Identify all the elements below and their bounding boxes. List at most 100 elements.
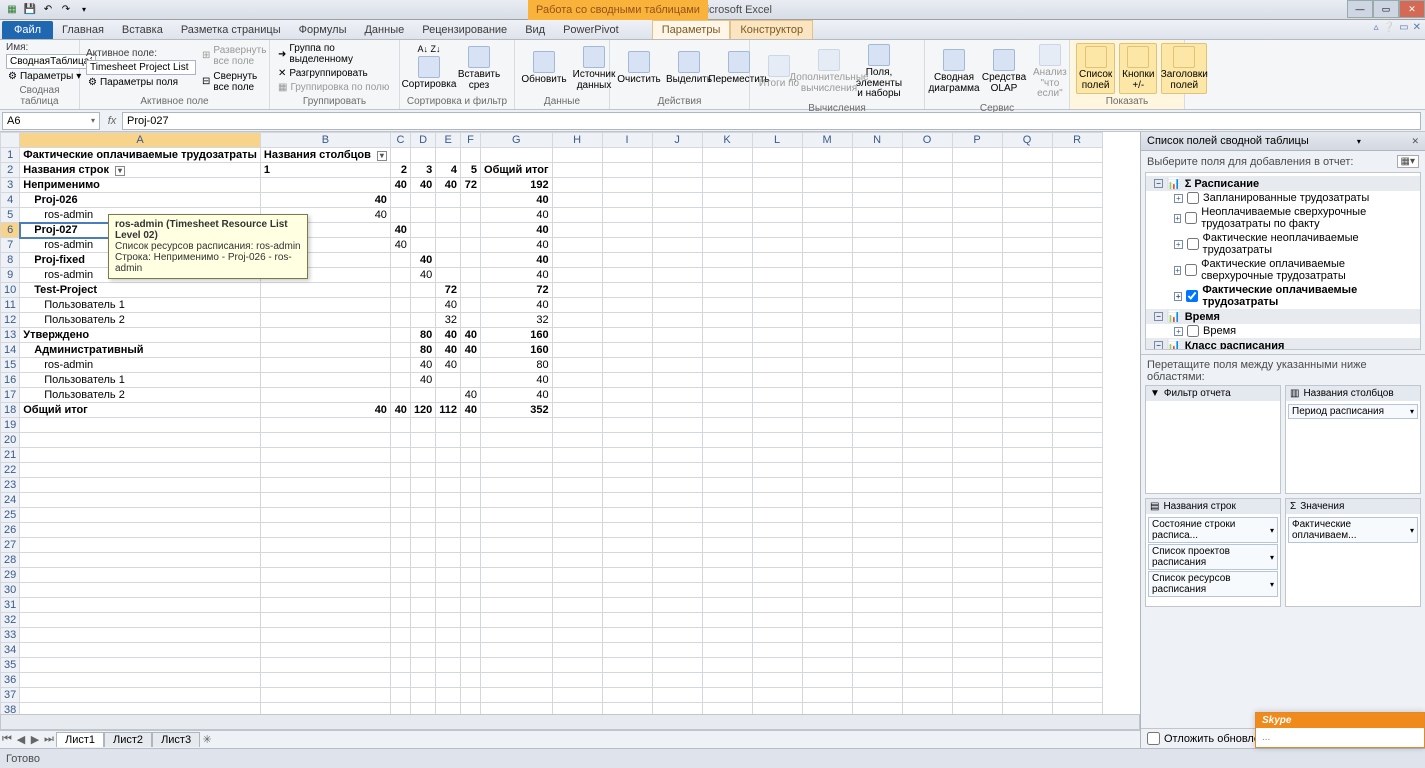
insert-slicer-button[interactable]: Вставить срез bbox=[456, 44, 502, 93]
tab-design[interactable]: Конструктор bbox=[730, 20, 813, 39]
group-selection-button[interactable]: ➜ Группа по выделенному bbox=[276, 42, 393, 66]
pivot-chart-button[interactable]: Сводная диаграмма bbox=[931, 47, 977, 96]
defer-update-checkbox[interactable] bbox=[1147, 732, 1160, 745]
pivot-field-list-pane: Список полей сводной таблицы ▾ ✕ Выберит… bbox=[1140, 132, 1425, 748]
sheet-tab-1[interactable]: Лист1 bbox=[56, 732, 104, 747]
col-header[interactable]: N bbox=[852, 133, 902, 148]
sheet-tabs-bar: ⏮ ◀ ▶ ⏭ Лист1 Лист2 Лист3 ✳ bbox=[0, 730, 1140, 748]
collapse-field-button[interactable]: ⊟ Свернуть все поле bbox=[200, 70, 268, 94]
sheet-nav-first-icon[interactable]: ⏮ bbox=[0, 733, 14, 746]
area-values[interactable]: ΣЗначения Фактические оплачиваем...▾ bbox=[1285, 498, 1421, 607]
chip-value[interactable]: Фактические оплачиваем...▾ bbox=[1288, 517, 1418, 543]
pane-dropdown-icon[interactable]: ▾ bbox=[1357, 137, 1361, 146]
tab-view[interactable]: Вид bbox=[516, 21, 554, 39]
col-header[interactable]: E bbox=[436, 133, 461, 148]
undo-icon[interactable]: ↶ bbox=[40, 2, 56, 18]
col-header[interactable]: O bbox=[902, 133, 952, 148]
field-section[interactable]: −📊Σ Расписание bbox=[1146, 176, 1420, 191]
maximize-button[interactable]: ▭ bbox=[1373, 0, 1399, 18]
pm-buttons-toggle[interactable]: Кнопки +/- bbox=[1119, 43, 1157, 94]
sheet-nav-next-icon[interactable]: ▶ bbox=[28, 733, 42, 746]
col-header[interactable]: A bbox=[20, 133, 261, 148]
field-item[interactable]: +Неоплачиваемые сверхурочные трудозатрат… bbox=[1146, 205, 1420, 231]
sheet-tab-2[interactable]: Лист2 bbox=[104, 732, 152, 747]
help-icon[interactable]: ❔ bbox=[1383, 22, 1395, 33]
pane-close-icon[interactable]: ✕ bbox=[1409, 136, 1419, 147]
tab-home[interactable]: Главная bbox=[53, 21, 113, 39]
field-section[interactable]: −📊Время bbox=[1146, 309, 1420, 324]
col-header[interactable]: B bbox=[260, 133, 390, 148]
redo-icon[interactable]: ↷ bbox=[58, 2, 74, 18]
name-box[interactable]: A6▾ bbox=[2, 112, 100, 130]
group-active-field: Активное поле bbox=[86, 95, 263, 107]
clear-button[interactable]: Очистить bbox=[616, 49, 662, 88]
minimize-button[interactable]: — bbox=[1347, 0, 1373, 18]
col-header[interactable]: C bbox=[390, 133, 410, 148]
field-headers-toggle[interactable]: Заголовки полей bbox=[1161, 43, 1207, 94]
field-item[interactable]: +Запланированные трудозатраты bbox=[1146, 191, 1420, 205]
fields-items-button[interactable]: Поля, элементы и наборы bbox=[856, 42, 902, 102]
pane-title: Список полей сводной таблицы bbox=[1147, 135, 1309, 147]
col-header[interactable]: I bbox=[602, 133, 652, 148]
col-header[interactable]: K bbox=[702, 133, 752, 148]
fx-icon[interactable]: fx bbox=[102, 115, 122, 127]
active-field-input[interactable] bbox=[86, 60, 196, 75]
formula-bar: A6▾ fx bbox=[0, 110, 1425, 132]
select-button[interactable]: Выделить bbox=[666, 49, 712, 88]
tab-formulas[interactable]: Формулы bbox=[290, 21, 356, 39]
col-header[interactable]: P bbox=[952, 133, 1002, 148]
area-row-labels[interactable]: ▤Названия строк Состояние строки расписа… bbox=[1145, 498, 1281, 607]
tab-options[interactable]: Параметры bbox=[652, 20, 731, 39]
area-column-labels[interactable]: ▥Названия столбцов Период расписания▾ bbox=[1285, 385, 1421, 494]
pane-layout-icon[interactable]: ▦▾ bbox=[1397, 155, 1419, 168]
ribbon-minimize-icon[interactable]: ▵ bbox=[1374, 22, 1379, 33]
col-header[interactable]: J bbox=[652, 133, 702, 148]
columns-icon: ▥ bbox=[1290, 388, 1299, 399]
col-header[interactable]: R bbox=[1052, 133, 1102, 148]
close-button[interactable]: ✕ bbox=[1399, 0, 1425, 18]
new-sheet-icon[interactable]: ✳ bbox=[200, 733, 214, 746]
chip-row-1[interactable]: Состояние строки расписа...▾ bbox=[1148, 517, 1278, 543]
chip-period[interactable]: Период расписания▾ bbox=[1288, 404, 1418, 419]
col-header[interactable]: Q bbox=[1002, 133, 1052, 148]
tab-data[interactable]: Данные bbox=[355, 21, 413, 39]
qat-dropdown-icon[interactable]: ▾ bbox=[76, 2, 92, 18]
field-item[interactable]: +Фактические оплачиваемые трудозатраты bbox=[1146, 283, 1420, 309]
chip-row-2[interactable]: Список проектов расписания▾ bbox=[1148, 544, 1278, 570]
area-report-filter[interactable]: ▼Фильтр отчета bbox=[1145, 385, 1281, 494]
field-list-toggle[interactable]: Список полей bbox=[1076, 43, 1115, 94]
sheet-nav-prev-icon[interactable]: ◀ bbox=[14, 733, 28, 746]
sheet-nav-last-icon[interactable]: ⏭ bbox=[42, 733, 56, 746]
field-item[interactable]: +Время bbox=[1146, 324, 1420, 338]
save-icon[interactable]: 💾 bbox=[22, 2, 38, 18]
field-item[interactable]: +Фактические оплачиваемые сверхурочные т… bbox=[1146, 257, 1420, 283]
col-header[interactable]: D bbox=[410, 133, 435, 148]
col-header[interactable]: F bbox=[461, 133, 481, 148]
field-params-button[interactable]: ⚙ Параметры поля bbox=[86, 76, 196, 89]
field-list[interactable]: −📊Σ Расписание+Запланированные трудозатр… bbox=[1145, 172, 1421, 350]
col-header[interactable]: G bbox=[481, 133, 553, 148]
tab-powerpivot[interactable]: PowerPivot bbox=[554, 21, 628, 39]
field-section[interactable]: −📊Класс расписания bbox=[1146, 338, 1420, 350]
col-header[interactable]: H bbox=[552, 133, 602, 148]
pivot-options-button[interactable]: ⚙ Параметры ▾ bbox=[6, 70, 83, 83]
group-group: Группировать bbox=[276, 95, 393, 107]
formula-input[interactable] bbox=[122, 112, 1421, 130]
refresh-button[interactable]: Обновить bbox=[521, 49, 567, 88]
workbook-restore-icon[interactable]: ▭ bbox=[1399, 22, 1408, 33]
workbook-close-icon[interactable]: ✕ bbox=[1413, 22, 1421, 33]
tab-file[interactable]: Файл bbox=[2, 21, 53, 39]
col-header[interactable]: M bbox=[802, 133, 852, 148]
chip-row-3[interactable]: Список ресурсов расписания▾ bbox=[1148, 571, 1278, 597]
sort-button[interactable]: Сортировка bbox=[406, 54, 452, 93]
tab-insert[interactable]: Вставка bbox=[113, 21, 172, 39]
ungroup-button[interactable]: ✕ Разгруппировать bbox=[276, 67, 370, 80]
sheet-tab-3[interactable]: Лист3 bbox=[152, 732, 200, 747]
col-header[interactable]: L bbox=[752, 133, 802, 148]
skype-popup[interactable]: Skype ... bbox=[1255, 712, 1425, 748]
h-scrollbar[interactable] bbox=[0, 714, 1140, 730]
tab-page-layout[interactable]: Разметка страницы bbox=[172, 21, 290, 39]
olap-tools-button[interactable]: Средства OLAP bbox=[981, 47, 1027, 96]
field-item[interactable]: +Фактические неоплачиваемые трудозатраты bbox=[1146, 231, 1420, 257]
tab-review[interactable]: Рецензирование bbox=[413, 21, 516, 39]
